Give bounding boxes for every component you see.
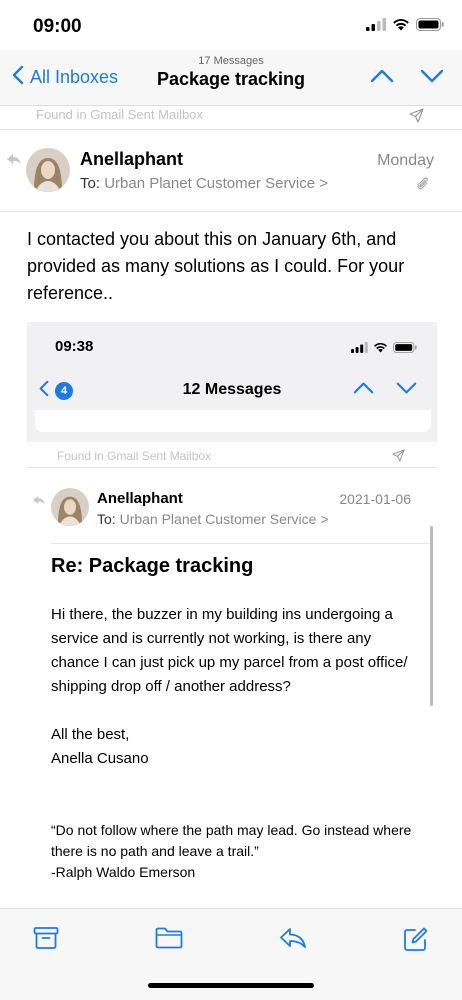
wifi-icon xyxy=(392,18,410,36)
status-bar: 09:00 xyxy=(0,0,462,50)
chevron-down-icon[interactable] xyxy=(420,68,444,89)
signal-icon xyxy=(366,18,386,36)
status-time: 09:00 xyxy=(33,16,82,37)
chevron-right-icon: > xyxy=(319,175,329,192)
embedded-screenshot[interactable]: 09:38 4 12 Messages Found in Gmail Sent … xyxy=(27,322,437,910)
avatar xyxy=(26,148,70,192)
embedded-status-time: 09:38 xyxy=(55,338,94,355)
embedded-subject: Re: Package tracking xyxy=(51,555,254,577)
chevron-up-icon[interactable] xyxy=(370,68,394,89)
sent-icon xyxy=(409,108,424,128)
quote-author: -Ralph Waldo Emerson xyxy=(51,864,196,880)
embedded-quote: “Do not follow where the path may lead. … xyxy=(51,820,421,883)
recipient-line[interactable]: To: Urban Planet Customer Service > xyxy=(80,175,328,192)
quote-text: “Do not follow where the path may lead. … xyxy=(51,822,412,859)
embedded-message-card: Found in Gmail Sent Mailbox Anellaphant … xyxy=(27,442,437,910)
embedded-navigation xyxy=(353,381,417,400)
embedded-signature-name: Anella Cusano xyxy=(51,750,149,767)
embedded-recipient-line: To: Urban Planet Customer Service > xyxy=(97,511,329,527)
battery-icon xyxy=(416,18,444,36)
attachment-icon xyxy=(416,176,430,197)
nav-header: All Inboxes 17 Messages Package tracking xyxy=(0,50,462,106)
message-count: 17 Messages xyxy=(198,55,264,67)
embedded-sender-name: Anellaphant xyxy=(97,490,183,507)
sent-icon xyxy=(392,449,405,467)
chevron-down-icon xyxy=(396,381,417,400)
recipient-name: Urban Planet Customer Service xyxy=(104,175,316,192)
replied-icon xyxy=(32,492,46,510)
embedded-found-in-label: Found in Gmail Sent Mailbox xyxy=(57,449,212,463)
embedded-message-body: Hi there, the buzzer in my building ins … xyxy=(51,603,421,771)
scrollbar xyxy=(430,526,433,706)
embedded-status-icons xyxy=(351,340,417,358)
avatar xyxy=(51,488,89,526)
message-navigation xyxy=(370,68,444,89)
reply-icon[interactable] xyxy=(279,926,307,955)
found-in-banner: Found in Gmail Sent Mailbox xyxy=(0,106,462,130)
status-icons xyxy=(366,18,444,36)
folder-icon[interactable] xyxy=(155,926,183,955)
found-in-label: Found in Gmail Sent Mailbox xyxy=(36,107,203,122)
embedded-nav: 4 12 Messages xyxy=(27,368,437,410)
divider xyxy=(51,543,431,544)
to-label: To: xyxy=(97,511,116,527)
battery-icon xyxy=(393,340,417,358)
recipient-name: Urban Planet Customer Service xyxy=(119,511,317,527)
home-indicator xyxy=(148,983,314,988)
archive-icon[interactable] xyxy=(33,926,59,955)
embedded-message-date: 2021-01-06 xyxy=(339,491,411,507)
collapsed-message-card xyxy=(35,410,431,432)
chevron-up-icon xyxy=(353,381,374,400)
to-label: To: xyxy=(80,175,101,192)
embedded-signoff: All the best, xyxy=(51,726,130,743)
replied-icon xyxy=(6,152,22,170)
message-body: I contacted you about this on January 6t… xyxy=(27,229,405,303)
sender-name: Anellaphant xyxy=(80,149,184,169)
wifi-icon xyxy=(373,340,388,358)
chevron-right-icon: > xyxy=(320,511,329,527)
embedded-found-in-banner: Found in Gmail Sent Mailbox xyxy=(27,442,437,468)
embedded-body-paragraph: Hi there, the buzzer in my building ins … xyxy=(51,606,408,695)
signal-icon xyxy=(351,340,368,358)
message-header[interactable]: Anellaphant Monday To: Urban Planet Cust… xyxy=(0,130,462,212)
compose-icon[interactable] xyxy=(403,926,429,957)
message-date: Monday xyxy=(377,152,434,169)
